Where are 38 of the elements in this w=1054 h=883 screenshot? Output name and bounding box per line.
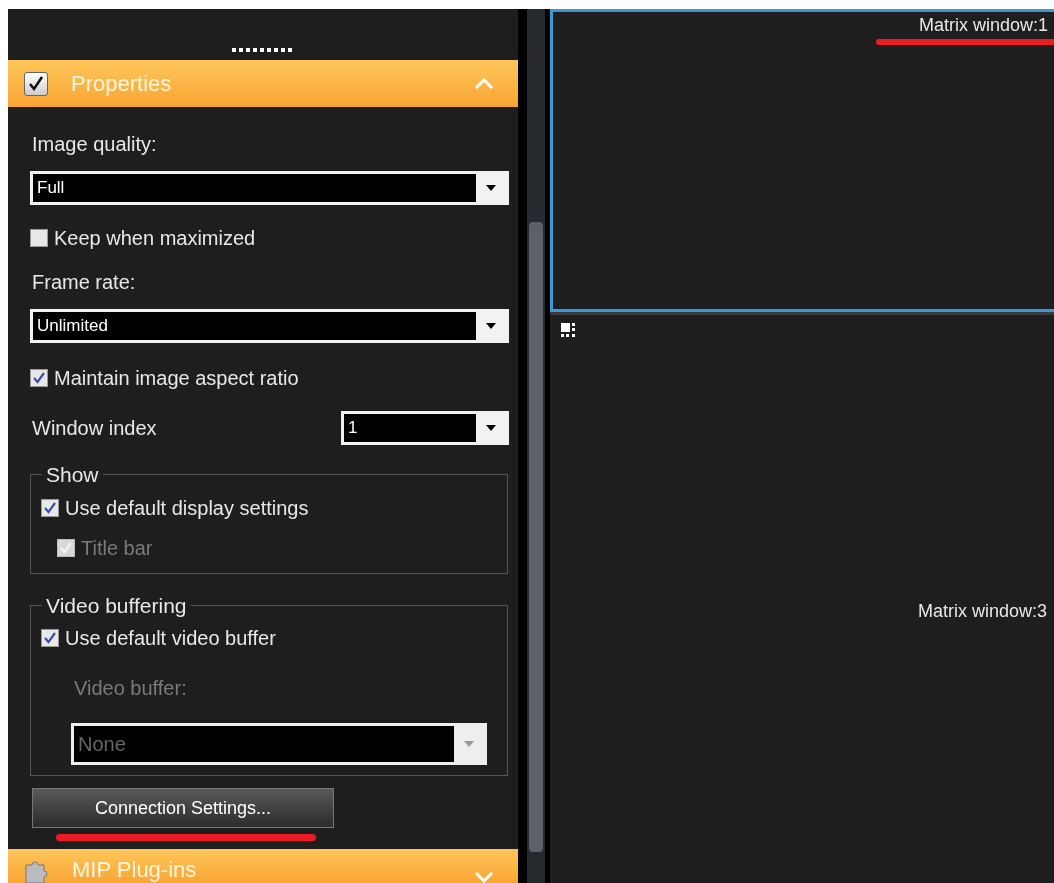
scrollbar-thumb[interactable] — [529, 222, 543, 852]
group-title: Show — [45, 462, 100, 488]
checkbox[interactable] — [41, 498, 59, 517]
pane-title: Matrix window:3 — [917, 600, 1047, 623]
field-label: Window index — [31, 416, 158, 441]
checkbox-label: Maintain image aspect ratio — [54, 366, 299, 391]
checkbox[interactable] — [30, 369, 48, 387]
dropdown-arrow-icon — [486, 185, 496, 191]
field-label: Frame rate: — [31, 270, 137, 295]
checkbox-label: Use default video buffer — [65, 626, 276, 651]
collapse-icon — [474, 77, 494, 90]
grip-icon[interactable] — [232, 48, 294, 52]
dropdown-arrow-icon — [486, 425, 496, 431]
dropdown[interactable]: Full — [30, 171, 509, 205]
checkbox-label: Title bar — [81, 535, 153, 561]
pane-title: Matrix window:1 — [918, 14, 1048, 37]
dropdown-value: None — [78, 732, 126, 757]
checkbox-label: Use default display settings — [65, 495, 309, 521]
checkbox[interactable] — [24, 71, 48, 96]
video-pane[interactable]: Matrix window:3 — [550, 312, 1054, 883]
dropdown[interactable]: 1 — [341, 411, 509, 445]
checkmark-icon — [27, 74, 45, 93]
dropdown[interactable]: Unlimited — [30, 309, 509, 343]
dropdown-value: Full — [37, 177, 65, 200]
field-label: Video buffer: — [74, 676, 188, 701]
layout-icon[interactable] — [561, 323, 577, 337]
dropdown-arrow-icon — [486, 323, 496, 329]
group-title: Video buffering — [45, 592, 188, 619]
dropdown-value: 1 — [348, 417, 358, 440]
dropdown-arrow-icon — [464, 741, 474, 747]
connection-settings-button[interactable]: Connection Settings... — [32, 788, 334, 828]
checkbox[interactable] — [30, 229, 48, 247]
checkbox-label: Keep when maximized — [54, 226, 256, 251]
dropdown-value: Unlimited — [37, 315, 108, 338]
expand-icon — [474, 871, 494, 883]
field-label: Image quality: — [31, 132, 158, 157]
checkbox[interactable] — [41, 629, 59, 647]
video-pane[interactable]: Matrix window:1 — [550, 9, 1054, 312]
